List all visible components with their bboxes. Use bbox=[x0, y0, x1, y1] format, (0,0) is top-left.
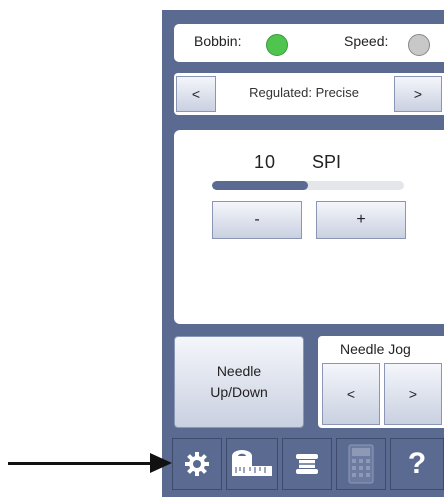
needle-up-down-button[interactable]: Needle Up/Down bbox=[174, 336, 304, 428]
needle-button-line1: Needle bbox=[216, 363, 262, 379]
tape-measure-icon bbox=[232, 450, 272, 476]
help-icon: ? bbox=[407, 447, 427, 480]
spi-panel: 10 SPI - + bbox=[174, 130, 444, 324]
spi-level-fill bbox=[212, 181, 308, 190]
needle-jog-right-button[interactable]: > bbox=[384, 363, 442, 425]
status-bar: Bobbin: Speed: bbox=[174, 24, 444, 62]
calculator-icon bbox=[348, 444, 374, 484]
needle-jog-title: Needle Jog bbox=[340, 341, 411, 357]
callout-arrow-head bbox=[150, 453, 172, 473]
spi-level-bar bbox=[212, 181, 404, 190]
needle-button-line2: Up/Down bbox=[210, 384, 268, 400]
mode-next-button[interactable]: > bbox=[394, 76, 442, 112]
bobbin-label: Bobbin: bbox=[194, 33, 242, 49]
bobbin-button[interactable] bbox=[282, 438, 332, 490]
settings-button[interactable] bbox=[172, 438, 222, 490]
spi-increase-button[interactable]: + bbox=[316, 201, 406, 239]
mode-current-label: Regulated: Precise bbox=[249, 85, 359, 100]
bobbin-icon bbox=[296, 454, 318, 474]
spi-unit: SPI bbox=[312, 152, 342, 172]
calculator-button[interactable] bbox=[336, 438, 386, 490]
bobbin-status-indicator bbox=[266, 34, 288, 56]
speed-status-indicator bbox=[408, 34, 430, 56]
speed-label: Speed: bbox=[344, 33, 389, 49]
measure-button[interactable] bbox=[226, 438, 278, 490]
needle-jog-left-button[interactable]: < bbox=[322, 363, 380, 425]
needle-jog-panel: Needle Jog < > bbox=[318, 336, 444, 428]
spi-value: 10 bbox=[254, 152, 277, 172]
callout-arrow-line bbox=[8, 462, 158, 465]
help-button[interactable]: ? bbox=[390, 438, 444, 490]
mode-selector: < Regulated: Precise > bbox=[174, 73, 444, 115]
mode-prev-button[interactable]: < bbox=[176, 76, 216, 112]
gear-icon bbox=[185, 452, 209, 476]
spi-decrease-button[interactable]: - bbox=[212, 201, 302, 239]
